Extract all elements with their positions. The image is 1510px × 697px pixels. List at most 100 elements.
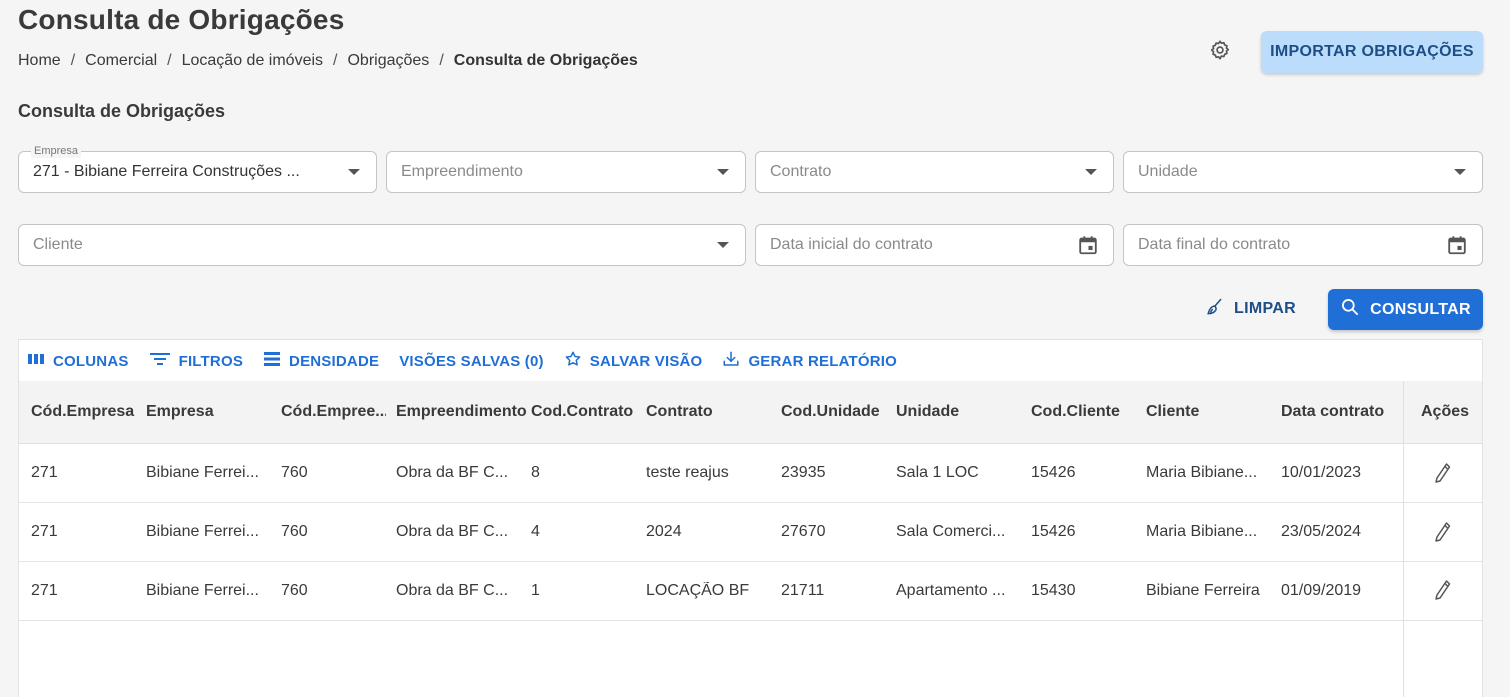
column-header-empreendimento[interactable]: Empreendimento <box>396 381 526 443</box>
consultar-button[interactable]: CONSULTAR <box>1328 289 1483 330</box>
column-header-cod-unidade[interactable]: Cod.Unidade <box>781 381 886 443</box>
gerar-relatorio-label: GERAR RELATÓRIO <box>748 352 897 370</box>
empresa-value: 271 - Bibiane Ferreira Construções ... <box>33 163 300 180</box>
cell-empreendimento: Obra da BF C... <box>396 464 509 481</box>
cell-cod-unidade: 23935 <box>781 464 826 481</box>
cell-cod-cliente: 15426 <box>1031 464 1076 481</box>
filter-icon <box>149 350 171 372</box>
column-header-data-contrato[interactable]: Data contrato <box>1281 381 1396 443</box>
chevron-down-icon <box>717 242 729 248</box>
column-header-cliente[interactable]: Cliente <box>1146 381 1271 443</box>
cell-empreendimento: Obra da BF C... <box>396 523 509 540</box>
data-inicial-placeholder: Data inicial do contrato <box>770 236 933 253</box>
gear-icon[interactable] <box>1208 38 1232 62</box>
pencil-icon[interactable] <box>1433 521 1453 543</box>
import-obligations-button[interactable]: IMPORTAR OBRIGAÇÕES <box>1261 31 1483 73</box>
table-row[interactable]: 271 Bibiane Ferrei... 760 Obra da BF C..… <box>19 503 1482 562</box>
cell-cliente: Maria Bibiane... <box>1146 523 1258 540</box>
pencil-icon[interactable] <box>1433 462 1453 484</box>
column-header-contrato[interactable]: Contrato <box>646 381 771 443</box>
breadcrumb-locacao[interactable]: Locação de imóveis <box>182 52 323 70</box>
limpar-button[interactable]: LIMPAR <box>1204 296 1296 322</box>
cell-empresa: Bibiane Ferrei... <box>146 582 259 599</box>
cell-cliente: Maria Bibiane... <box>1146 464 1258 481</box>
breadcrumb-separator: / <box>439 52 444 69</box>
data-grid: COLUNAS FILTROS DENSIDADE VISÕES SALVAS … <box>18 339 1483 697</box>
breadcrumb-obrigacoes[interactable]: Obrigações <box>347 52 429 70</box>
consultar-label: CONSULTAR <box>1370 300 1471 318</box>
data-final-field[interactable]: Data final do contrato <box>1123 224 1483 266</box>
breadcrumb-current: Consulta de Obrigações <box>453 52 638 69</box>
gerar-relatorio-button[interactable]: GERAR RELATÓRIO <box>722 350 897 372</box>
star-icon <box>564 350 582 372</box>
contrato-placeholder: Contrato <box>770 163 832 180</box>
cell-cliente: Bibiane Ferreira <box>1146 582 1260 599</box>
contrato-select[interactable]: Contrato <box>755 151 1114 193</box>
column-header-cod-empresa[interactable]: Cód.Empresa <box>31 381 136 443</box>
chevron-down-icon <box>717 169 729 175</box>
broom-icon <box>1204 297 1224 322</box>
empreendimento-select[interactable]: Empreendimento <box>386 151 746 193</box>
cliente-select[interactable]: Cliente <box>18 224 746 266</box>
cell-cod-empreendimento: 760 <box>281 582 308 599</box>
cell-data-contrato: 23/05/2024 <box>1281 523 1362 540</box>
visoes-salvas-label: VISÕES SALVAS (0) <box>399 352 544 370</box>
search-icon <box>1340 297 1360 322</box>
section-title: Consulta de Obrigações <box>18 101 226 121</box>
table-header: Cód.Empresa Empresa Cód.Empree... Empree… <box>19 381 1482 444</box>
unidade-select[interactable]: Unidade <box>1123 151 1483 193</box>
unidade-placeholder: Unidade <box>1138 163 1198 180</box>
column-header-cod-cliente[interactable]: Cod.Cliente <box>1031 381 1136 443</box>
chevron-down-icon <box>1454 169 1466 175</box>
table-row[interactable]: 271 Bibiane Ferrei... 760 Obra da BF C..… <box>19 562 1482 621</box>
cell-contrato: teste reajus <box>646 464 729 481</box>
download-icon <box>722 350 740 372</box>
densidade-button[interactable]: DENSIDADE <box>263 350 379 372</box>
visoes-salvas-button[interactable]: VISÕES SALVAS (0) <box>399 353 544 370</box>
breadcrumb-separator: / <box>70 52 76 69</box>
pencil-icon[interactable] <box>1433 579 1453 601</box>
limpar-label: LIMPAR <box>1234 300 1296 317</box>
cell-cod-unidade: 27670 <box>781 523 826 540</box>
density-icon <box>263 350 281 372</box>
table-row[interactable]: 271 Bibiane Ferrei... 760 Obra da BF C..… <box>19 444 1482 503</box>
column-header-cod-empreendimento[interactable]: Cód.Empree... <box>281 381 386 443</box>
column-header-unidade[interactable]: Unidade <box>896 381 1021 443</box>
cell-cod-empresa: 271 <box>31 523 58 540</box>
calendar-icon[interactable] <box>1077 234 1099 256</box>
column-header-empresa[interactable]: Empresa <box>146 381 271 443</box>
empresa-select[interactable]: Empresa 271 - Bibiane Ferreira Construçõ… <box>18 144 377 193</box>
filtros-button[interactable]: FILTROS <box>149 350 243 372</box>
chevron-down-icon <box>348 169 360 175</box>
empreendimento-placeholder: Empreendimento <box>401 163 523 180</box>
salvar-visao-label: SALVAR VISÃO <box>589 352 703 370</box>
cell-unidade: Sala Comerci... <box>896 523 1006 540</box>
cell-empreendimento: Obra da BF C... <box>396 582 509 599</box>
breadcrumb-comercial[interactable]: Comercial <box>85 52 157 70</box>
breadcrumb: Home / Comercial / Locação de imóveis / … <box>18 52 638 70</box>
cell-cod-empreendimento: 760 <box>281 523 308 540</box>
cell-data-contrato: 01/09/2019 <box>1281 582 1362 599</box>
cell-unidade: Sala 1 LOC <box>896 464 979 481</box>
cell-cod-contrato: 1 <box>531 582 540 599</box>
salvar-visao-button[interactable]: SALVAR VISÃO <box>564 350 703 372</box>
cell-contrato: 2024 <box>646 523 682 540</box>
empresa-label: Empresa <box>31 144 82 158</box>
calendar-icon[interactable] <box>1446 234 1468 256</box>
breadcrumb-home[interactable]: Home <box>18 52 61 70</box>
breadcrumb-separator: / <box>167 52 172 69</box>
data-inicial-field[interactable]: Data inicial do contrato <box>755 224 1114 266</box>
cell-cod-empresa: 271 <box>31 582 58 599</box>
column-header-cod-contrato[interactable]: Cod.Contrato <box>531 381 636 443</box>
data-final-placeholder: Data final do contrato <box>1138 236 1291 253</box>
cell-cod-cliente: 15430 <box>1031 582 1076 599</box>
colunas-label: COLUNAS <box>53 352 129 370</box>
cell-unidade: Apartamento ... <box>896 582 1006 599</box>
cell-cod-contrato: 8 <box>531 464 540 481</box>
cell-contrato: LOCAÇÃO BF <box>646 582 750 599</box>
chevron-down-icon <box>1085 169 1097 175</box>
densidade-label: DENSIDADE <box>289 352 380 370</box>
colunas-button[interactable]: COLUNAS <box>27 350 129 372</box>
filtros-label: FILTROS <box>178 352 244 370</box>
grid-toolbar: COLUNAS FILTROS DENSIDADE VISÕES SALVAS … <box>19 340 1482 382</box>
